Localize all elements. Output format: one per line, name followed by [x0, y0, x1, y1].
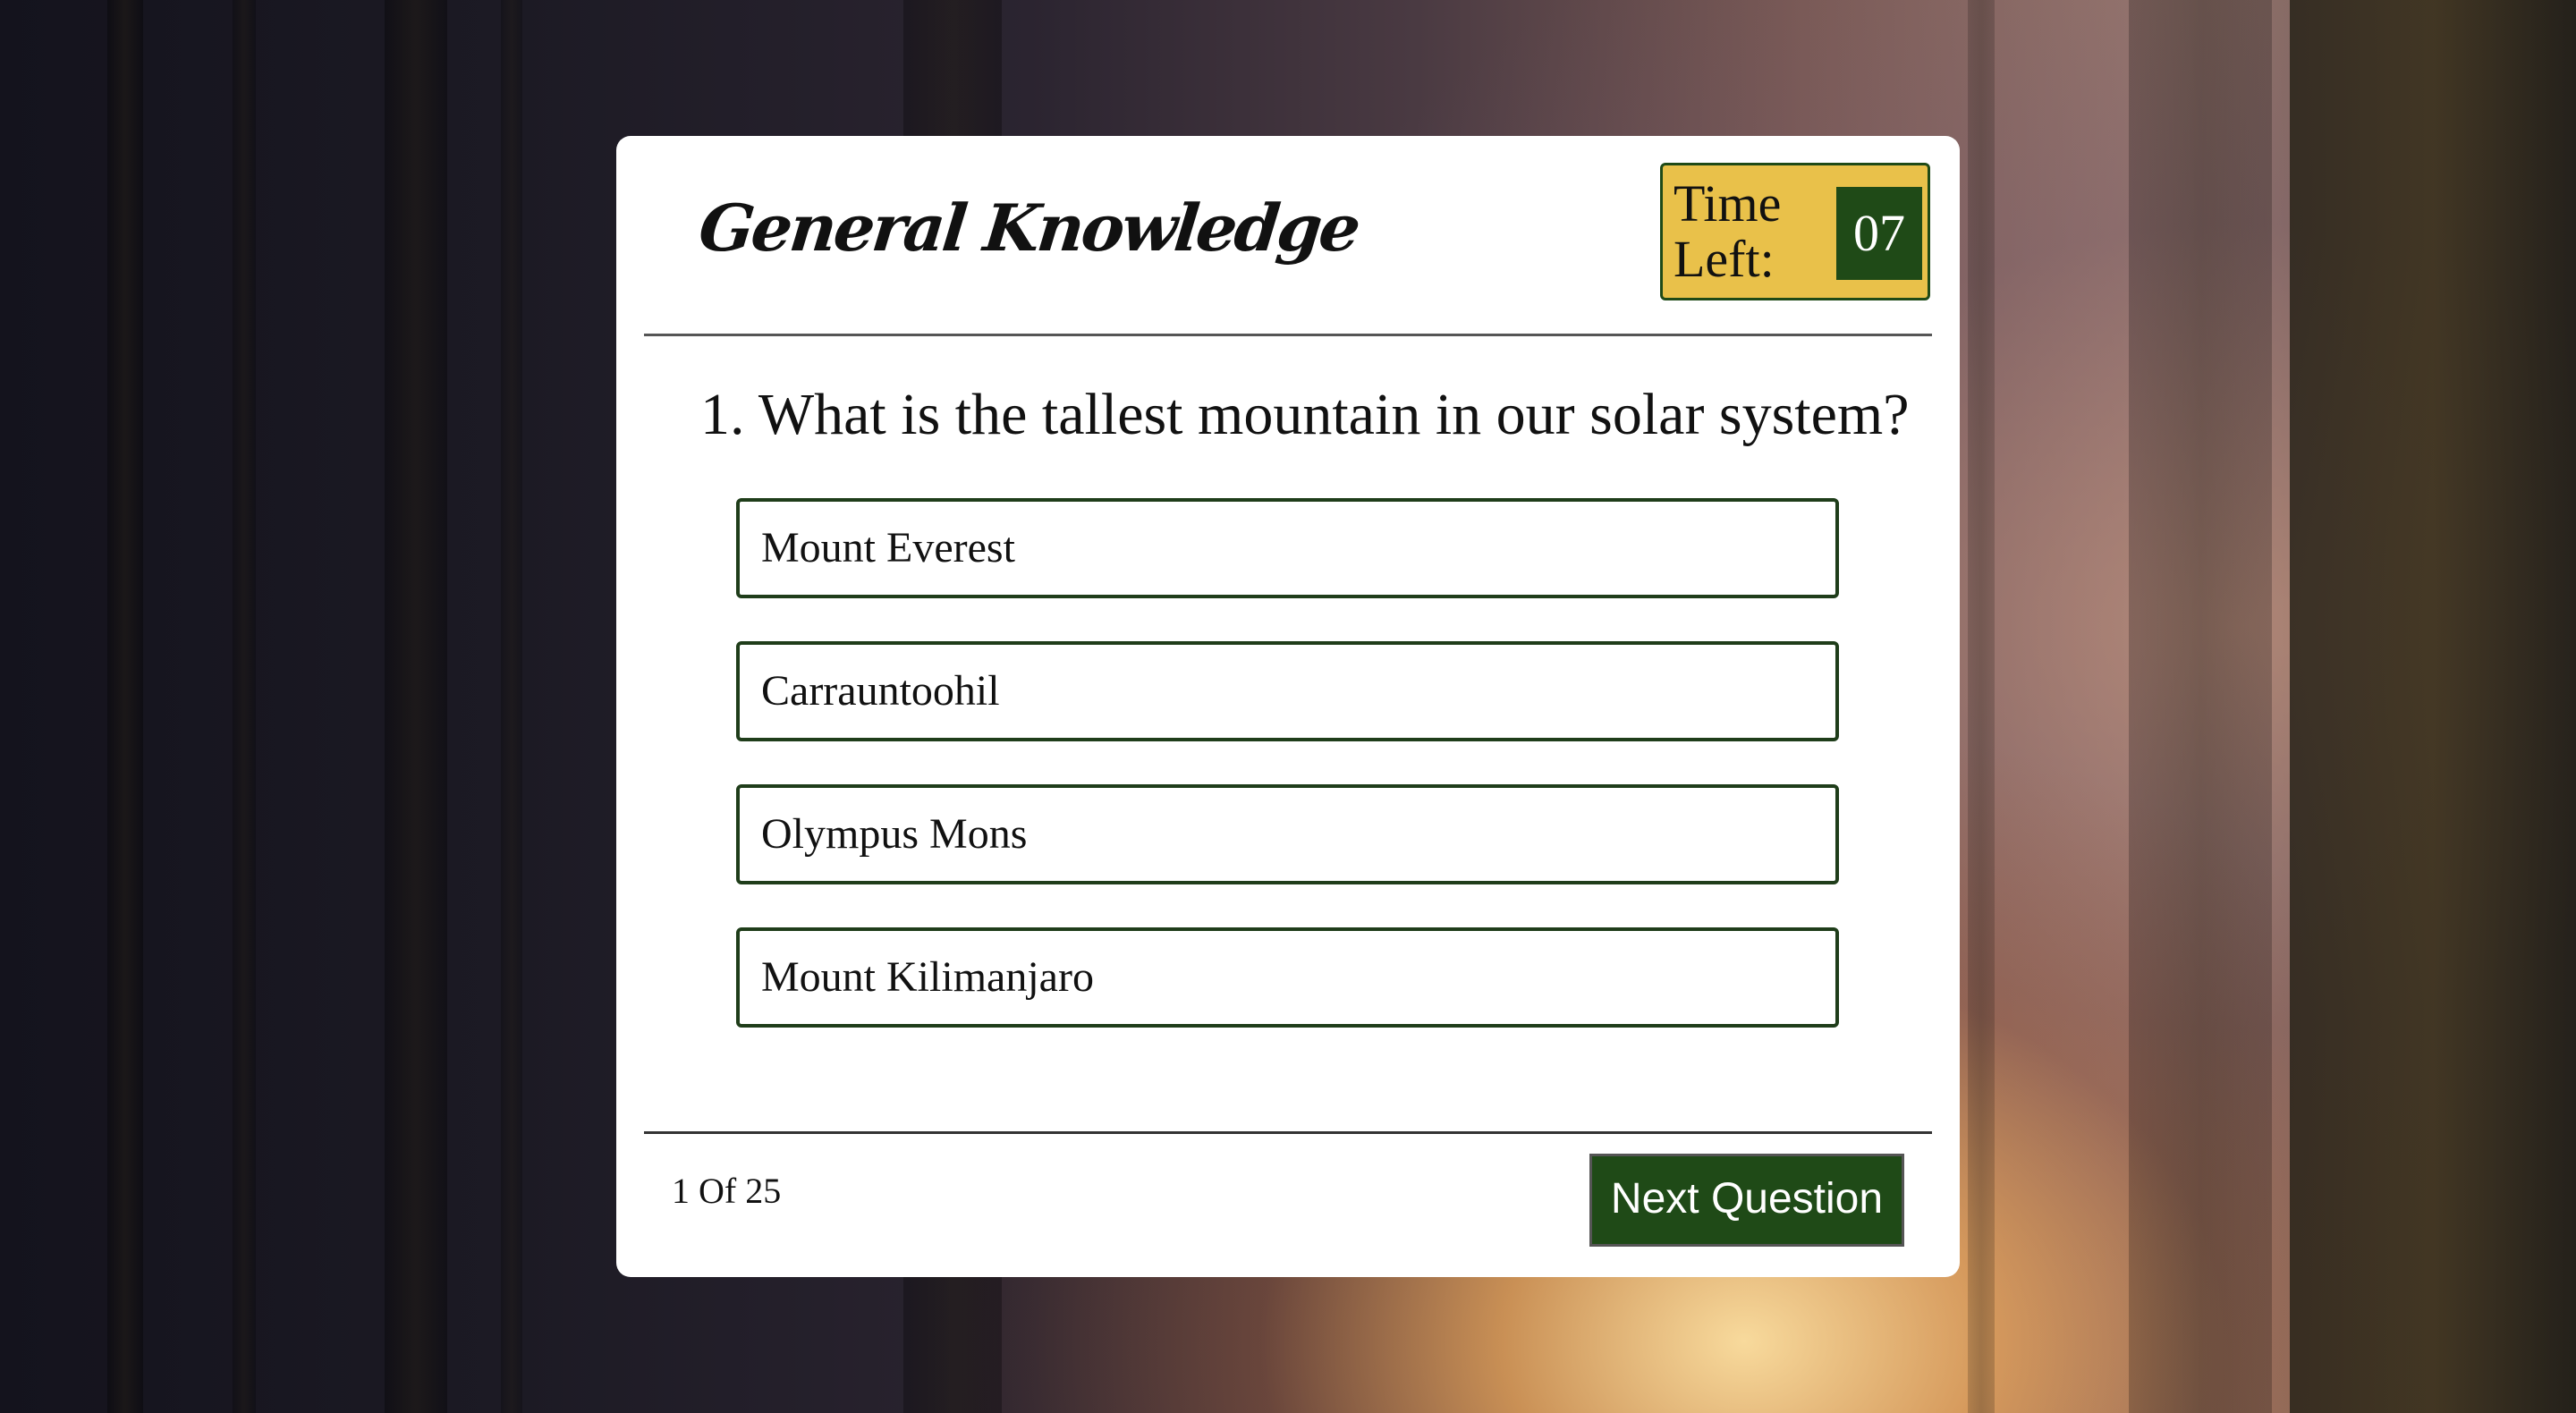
tree-trunk	[385, 0, 447, 1413]
timer-value: 07	[1836, 187, 1922, 280]
answer-option[interactable]: Carrauntoohil	[736, 641, 1839, 741]
quiz-header: General Knowledge Time Left: 07	[644, 136, 1932, 336]
next-question-button[interactable]: Next Question	[1589, 1154, 1904, 1247]
tree-trunk	[107, 0, 143, 1413]
answer-option[interactable]: Mount Kilimanjaro	[736, 927, 1839, 1028]
question-body: What is the tallest mountain in our sola…	[758, 382, 1910, 447]
timer-box: Time Left: 07	[1660, 163, 1930, 300]
tree-trunk	[2129, 0, 2272, 1413]
question-number: 1.	[700, 382, 745, 447]
question-counter: 1 Of 25	[672, 1171, 782, 1211]
answer-option[interactable]: Olympus Mons	[736, 784, 1839, 884]
timer-label: Time Left:	[1674, 174, 1782, 288]
tree-trunk	[1968, 0, 1995, 1413]
answer-options: Mount Everest Carrauntoohil Olympus Mons…	[736, 498, 1839, 1070]
quiz-card: General Knowledge Time Left: 07 1. What …	[616, 136, 1960, 1277]
question-text: 1. What is the tallest mountain in our s…	[700, 381, 1910, 449]
answer-option[interactable]: Mount Everest	[736, 498, 1839, 598]
quiz-title: General Knowledge	[695, 190, 1362, 266]
tree-trunk	[2290, 0, 2576, 1413]
tree-trunk	[501, 0, 522, 1413]
tree-trunk	[233, 0, 256, 1413]
quiz-footer: 1 Of 25 Next Question	[644, 1131, 1932, 1277]
